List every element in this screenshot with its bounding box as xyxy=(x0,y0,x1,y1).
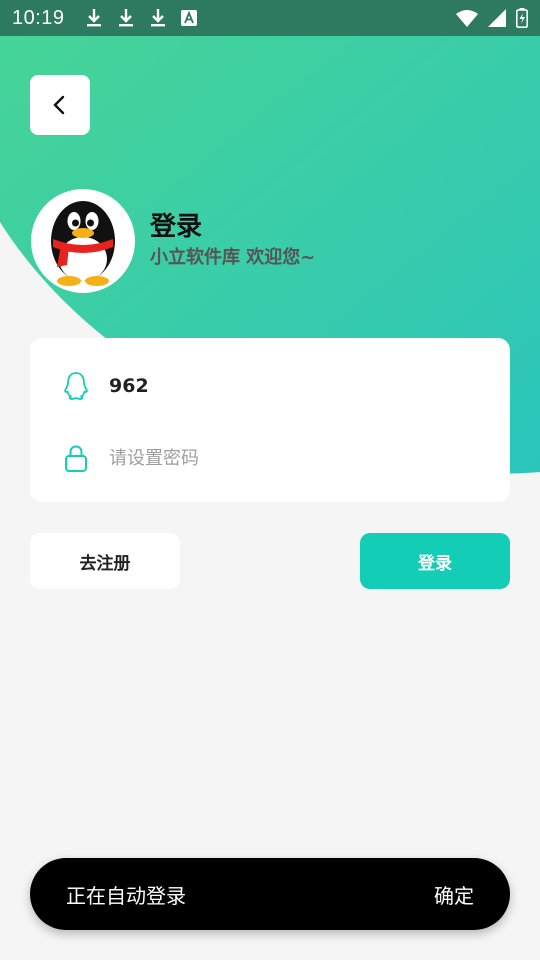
qq-icon xyxy=(64,372,88,400)
password-row[interactable] xyxy=(30,428,510,488)
back-button[interactable] xyxy=(30,75,90,135)
status-time: 10:19 xyxy=(12,6,65,29)
auto-login-snackbar: 正在自动登录 确定 xyxy=(30,858,510,930)
lock-icon xyxy=(65,445,87,472)
page-title: 登录 xyxy=(150,212,203,242)
account-row[interactable]: 962 xyxy=(30,356,510,416)
register-button[interactable]: 去注册 xyxy=(30,533,180,589)
login-form-card: 962 xyxy=(30,338,510,502)
wifi-icon xyxy=(456,10,478,27)
avatar xyxy=(31,189,135,293)
download-icon xyxy=(118,9,133,27)
login-button[interactable]: 登录 xyxy=(360,533,510,589)
download-icon xyxy=(86,9,101,27)
system-icons xyxy=(456,8,528,28)
password-input[interactable] xyxy=(109,438,479,478)
snackbar-confirm-button[interactable]: 确定 xyxy=(434,880,474,909)
app-notification-icon xyxy=(180,10,197,26)
status-bar: 10:19 xyxy=(0,0,540,36)
notification-icons xyxy=(85,8,197,28)
download-icon xyxy=(150,9,165,27)
cell-signal-icon xyxy=(488,9,506,27)
battery-charging-icon xyxy=(516,8,528,28)
snackbar-message: 正在自动登录 xyxy=(66,883,186,908)
account-value: 962 xyxy=(109,375,149,397)
chevron-left-icon xyxy=(53,95,65,115)
qq-penguin-icon xyxy=(51,201,115,286)
welcome-subtitle: 小立软件库 欢迎您~ xyxy=(150,247,316,268)
